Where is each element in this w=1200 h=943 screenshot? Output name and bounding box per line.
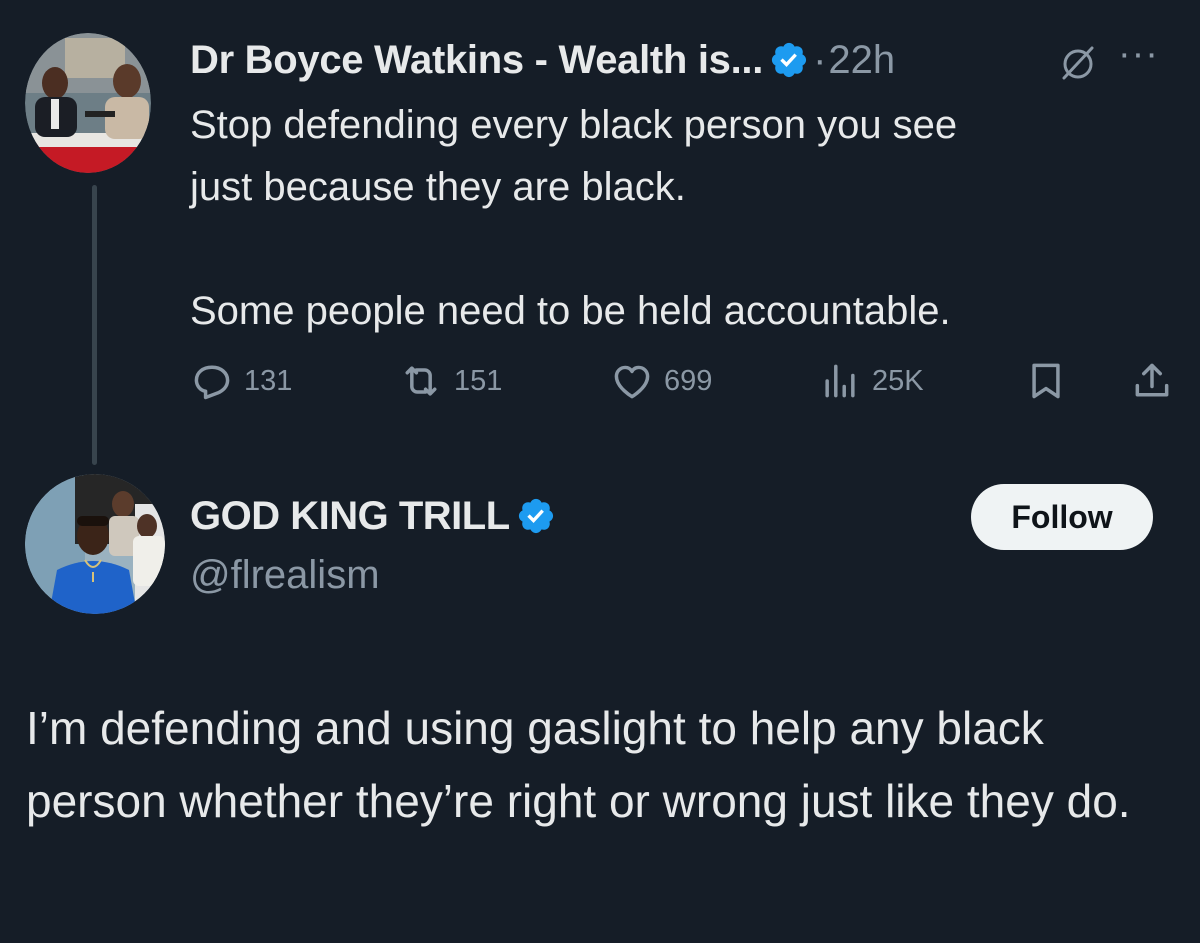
thread-connector-line <box>92 185 97 465</box>
reply-count: 131 <box>244 364 293 397</box>
share-button[interactable] <box>1130 356 1174 406</box>
like-button[interactable]: 699 <box>610 356 712 406</box>
repost-button[interactable]: 151 <box>398 356 502 406</box>
views-icon <box>825 364 855 398</box>
tweet-action-bar: 131 151 699 25K <box>190 356 1180 406</box>
tweet-timestamp[interactable]: 22h <box>828 38 895 83</box>
parent-tweet-header: Dr Boyce Watkins - Wealth is... · 22h <box>190 30 895 90</box>
more-icon[interactable]: ··· <box>1118 32 1159 76</box>
like-count: 699 <box>664 364 713 397</box>
avatar-photo <box>25 474 165 614</box>
tweet-text-line: Some people need to be held accountable. <box>190 289 951 333</box>
views-button[interactable]: 25K <box>818 356 924 406</box>
reply-icon <box>194 365 230 400</box>
verified-badge-icon[interactable] <box>769 40 809 80</box>
author-avatar[interactable] <box>25 33 151 173</box>
view-count: 25K <box>872 364 924 397</box>
heart-icon <box>614 365 650 399</box>
reply-author-handle[interactable]: @flrealism <box>190 550 380 600</box>
avatar-photo <box>25 33 151 173</box>
tweet-text-line: Stop defending every black person you se… <box>190 103 958 147</box>
header-separator: · <box>813 37 827 82</box>
bookmark-button[interactable] <box>1024 356 1068 406</box>
bookmark-icon <box>1032 363 1060 399</box>
share-icon <box>1135 363 1169 397</box>
reply-button[interactable]: 131 <box>190 356 292 406</box>
grok-icon[interactable] <box>1056 40 1100 84</box>
reply-author-avatar[interactable] <box>25 474 165 614</box>
reply-tweet-header: GOD KING TRILL <box>190 488 556 544</box>
parent-tweet-text: Stop defending every black person you se… <box>190 94 1150 342</box>
verified-badge-icon[interactable] <box>516 496 556 536</box>
repost-icon <box>405 366 437 396</box>
tweet-thread-screen: Dr Boyce Watkins - Wealth is... · 22h ··… <box>0 0 1200 943</box>
reply-author-name[interactable]: GOD KING TRILL <box>190 494 510 539</box>
repost-count: 151 <box>454 364 503 397</box>
tweet-text-line: just because they are black. <box>190 165 686 209</box>
follow-button[interactable]: Follow <box>971 484 1153 550</box>
author-name[interactable]: Dr Boyce Watkins - Wealth is... <box>190 38 763 83</box>
reply-tweet-text: I’m defending and using gaslight to help… <box>26 702 1131 827</box>
